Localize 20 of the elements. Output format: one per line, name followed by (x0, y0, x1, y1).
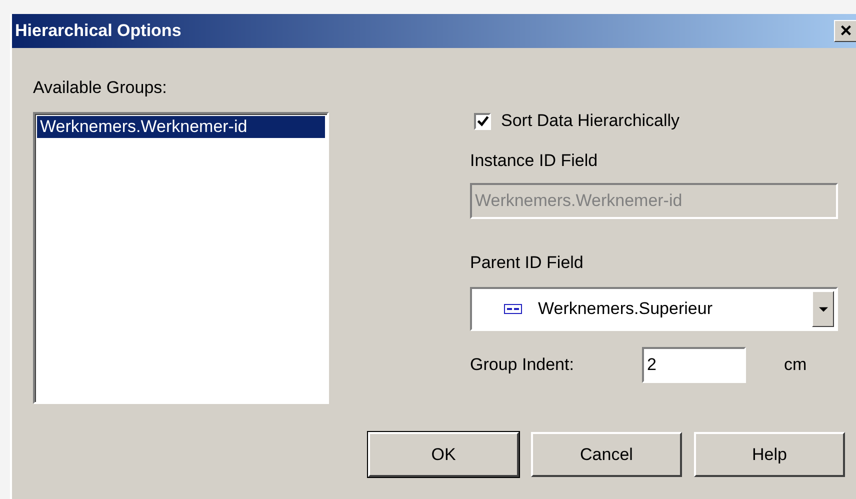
checkbox[interactable] (474, 112, 491, 130)
unit-label: cm (784, 355, 807, 375)
field-icon (504, 304, 522, 314)
checkbox-label[interactable]: Sort Data Hierarchically (501, 111, 680, 131)
dropdown-value: Werknemers.Superieur (538, 299, 714, 319)
list-item[interactable]: Werknemers.Werknemer-id (37, 116, 325, 138)
close-button[interactable]: × (834, 20, 856, 42)
field-label: Group Indent: (470, 355, 575, 375)
parent-id-dropdown[interactable]: Werknemers.Superieur (470, 287, 838, 331)
indent-field[interactable]: 2 (642, 347, 746, 383)
field-label: Instance ID Field (470, 151, 599, 171)
caret-down-icon (818, 306, 828, 312)
window-title: Hierarchical Options (15, 21, 182, 41)
group-list[interactable]: Werknemers.Werknemer-id (33, 112, 329, 404)
dialog-button[interactable]: Cancel (531, 432, 682, 477)
field-label: Parent ID Field (470, 253, 584, 273)
dropdown-arrow-button[interactable] (812, 291, 834, 327)
list-label: Available Groups: (33, 78, 168, 98)
dialog-button[interactable]: OK (368, 432, 519, 477)
dialog-button[interactable]: Help (694, 432, 845, 477)
